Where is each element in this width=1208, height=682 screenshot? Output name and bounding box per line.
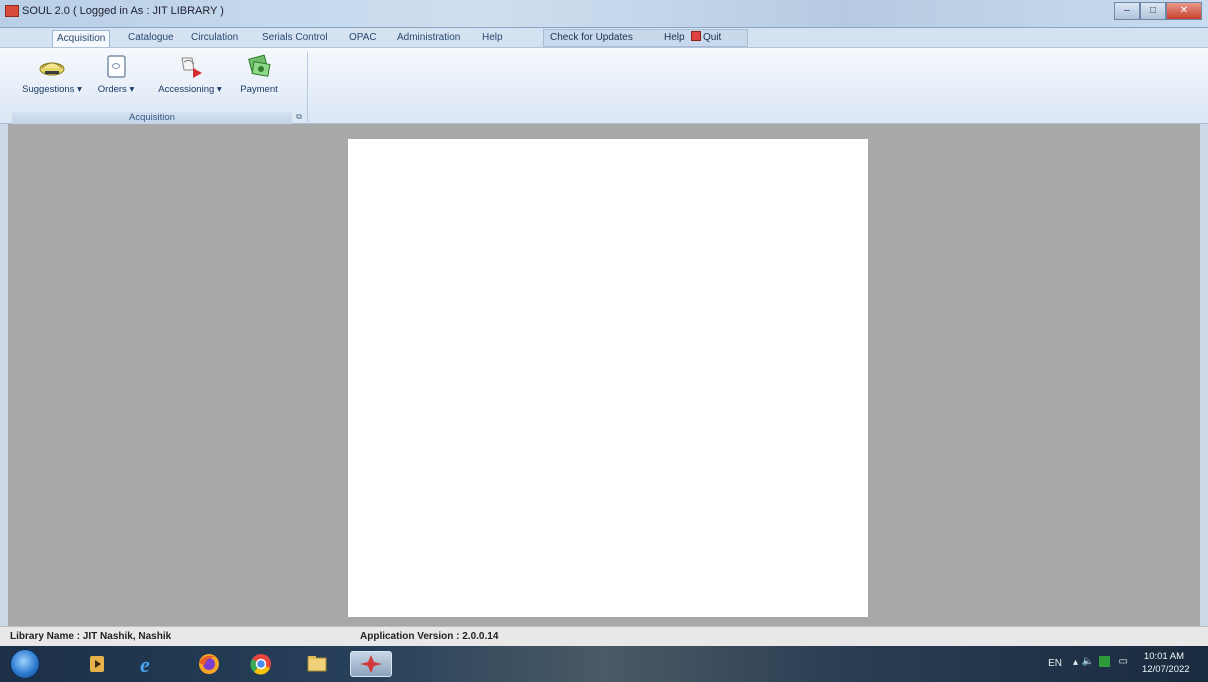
orders-icon — [107, 55, 126, 78]
orders-button[interactable]: Orders ▾ — [90, 52, 142, 108]
chrome-icon[interactable] — [246, 651, 276, 677]
tray-expand-icon[interactable]: ▴ — [1073, 657, 1078, 668]
media-player-icon[interactable] — [82, 651, 112, 677]
tab-administration[interactable]: Administration — [393, 30, 464, 47]
application-version: Application Version : 2.0.0.14 — [360, 631, 499, 642]
tab-opac[interactable]: OPAC — [345, 30, 381, 47]
tab-help[interactable]: Help — [478, 30, 507, 47]
library-name: Library Name : JIT Nashik, Nashik — [10, 631, 172, 642]
dialog-launcher-icon[interactable]: ⧉ — [292, 112, 306, 124]
clock-date: 12/07/2022 — [1142, 664, 1190, 675]
soul-app-icon[interactable] — [5, 5, 19, 17]
quick-access-toolbar: Check for Updates Help Quit — [543, 29, 748, 47]
window-right-border — [1200, 124, 1208, 626]
quit-label: Quit — [703, 32, 722, 43]
group-caption: Acquisition — [12, 112, 292, 124]
tab-circulation[interactable]: Circulation — [187, 30, 242, 47]
ribbon-tab-row: Acquisition Catalogue Circulation Serial… — [0, 28, 1208, 48]
minimize-button[interactable]: – — [1114, 2, 1140, 20]
close-button[interactable]: ✕ — [1166, 2, 1202, 20]
title-bar: SOUL 2.0 ( Logged in As : JIT LIBRARY ) … — [0, 0, 1208, 28]
volume-icon[interactable]: 🔈 — [1082, 656, 1094, 667]
suggestions-button[interactable]: Suggestions ▾ — [22, 52, 82, 108]
clock-time: 10:01 AM — [1143, 651, 1185, 662]
file-explorer-icon[interactable] — [302, 651, 332, 677]
blank-document-area — [348, 139, 868, 617]
windows-taskbar: e EN ▴ 🔈 ▭ 10:01 AM 12/07/2022 — [0, 646, 1208, 682]
check-for-updates-button[interactable]: Check for Updates — [550, 30, 633, 46]
soul-taskbar-button[interactable] — [350, 651, 392, 677]
antivirus-icon[interactable] — [1099, 656, 1110, 667]
suggestions-label: Suggestions ▾ — [22, 84, 82, 95]
language-indicator[interactable]: EN — [1048, 658, 1062, 669]
payment-icon — [248, 54, 271, 77]
status-bar: Library Name : JIT Nashik, Nashik Applic… — [0, 626, 1208, 646]
payment-label: Payment — [240, 84, 278, 95]
window-title: SOUL 2.0 ( Logged in As : JIT LIBRARY ) — [22, 5, 224, 17]
help-button[interactable]: Help — [664, 30, 685, 46]
maximize-button[interactable]: □ — [1140, 2, 1166, 20]
start-button[interactable] — [10, 649, 40, 679]
quit-button[interactable]: Quit — [691, 30, 721, 46]
ribbon-group-acquisition: Suggestions ▾ Orders ▾ Accessioning ▾ Pa… — [12, 52, 308, 124]
network-icon[interactable]: ▭ — [1119, 656, 1128, 667]
system-clock[interactable]: 10:01 AM 12/07/2022 — [1142, 650, 1190, 676]
tab-catalogue[interactable]: Catalogue — [124, 30, 178, 47]
tab-serials-control[interactable]: Serials Control — [258, 30, 332, 47]
svg-text:e: e — [140, 652, 150, 677]
ribbon-panel: Suggestions ▾ Orders ▾ Accessioning ▾ Pa… — [0, 48, 1208, 124]
window-controls: – □ ✕ — [1114, 2, 1202, 22]
orders-label: Orders ▾ — [97, 84, 135, 95]
payment-button[interactable]: Payment — [236, 52, 282, 108]
accessioning-button[interactable]: Accessioning ▾ — [152, 52, 228, 108]
accessioning-icon — [181, 57, 202, 78]
quit-icon — [691, 31, 701, 41]
firefox-icon[interactable] — [194, 651, 224, 677]
tab-acquisition[interactable]: Acquisition — [52, 30, 111, 47]
internet-explorer-icon[interactable]: e — [132, 651, 162, 677]
accessioning-label: Accessioning ▾ — [158, 84, 222, 95]
window-left-border — [0, 124, 8, 626]
suggestions-icon — [39, 62, 65, 76]
